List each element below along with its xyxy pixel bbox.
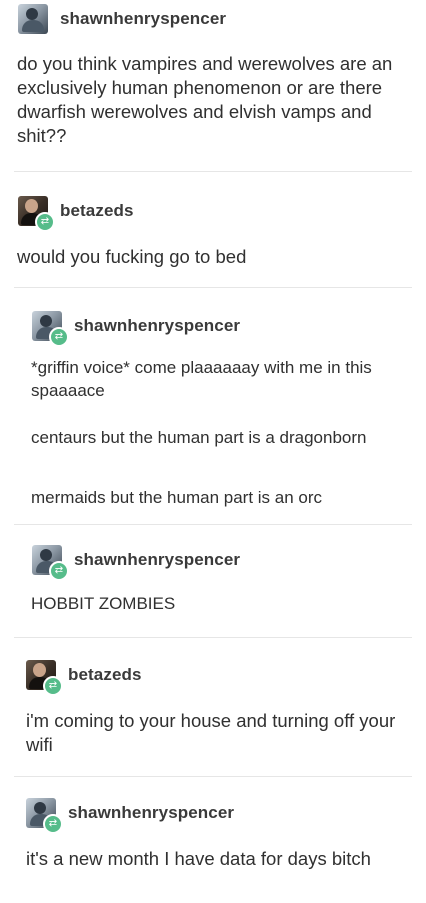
post-text: do you think vampires and werewolves are… bbox=[17, 53, 393, 146]
avatar-shawnhenryspencer[interactable] bbox=[18, 4, 48, 34]
post-1-header: shawnhenryspencer bbox=[18, 4, 226, 34]
post-text: would you fucking go to bed bbox=[17, 246, 247, 267]
post-3-body-2: centaurs but the human part is a dragonb… bbox=[31, 426, 406, 449]
post-3-body: *griffin voice* come plaaaaaay with me i… bbox=[31, 356, 406, 402]
post-divider bbox=[14, 524, 412, 525]
post-3-header: ⇄ shawnhenryspencer bbox=[32, 311, 240, 347]
username-link[interactable]: betazeds bbox=[68, 665, 142, 685]
post-4-body: HOBBIT ZOMBIES bbox=[31, 592, 406, 615]
post-text: *griffin voice* come plaaaaaay with me i… bbox=[31, 358, 372, 400]
avatar-betazeds[interactable]: ⇄ bbox=[26, 660, 63, 696]
post-6-header: ⇄ shawnhenryspencer bbox=[26, 798, 234, 834]
reblog-icon: ⇄ bbox=[49, 327, 69, 347]
post-5-body: i'm coming to your house and turning off… bbox=[26, 709, 396, 757]
username-link[interactable]: shawnhenryspencer bbox=[74, 550, 240, 570]
post-2-body: would you fucking go to bed bbox=[17, 245, 406, 269]
username-link[interactable]: shawnhenryspencer bbox=[74, 316, 240, 336]
avatar-betazeds[interactable]: ⇄ bbox=[18, 196, 55, 232]
post-divider bbox=[14, 171, 412, 172]
username-link[interactable]: betazeds bbox=[60, 201, 134, 221]
post-divider bbox=[14, 637, 412, 638]
post-text: it's a new month I have data for days bi… bbox=[26, 848, 371, 869]
post-1-body: do you think vampires and werewolves are… bbox=[17, 52, 406, 148]
username-link[interactable]: shawnhenryspencer bbox=[60, 9, 226, 29]
avatar-shawnhenryspencer[interactable]: ⇄ bbox=[26, 798, 63, 834]
reblog-icon: ⇄ bbox=[43, 814, 63, 834]
avatar-shawnhenryspencer[interactable]: ⇄ bbox=[32, 545, 69, 581]
reblog-icon: ⇄ bbox=[49, 561, 69, 581]
post-4-header: ⇄ shawnhenryspencer bbox=[32, 545, 240, 581]
post-text: i'm coming to your house and turning off… bbox=[26, 710, 396, 755]
username-link[interactable]: shawnhenryspencer bbox=[68, 803, 234, 823]
post-5-header: ⇄ betazeds bbox=[26, 660, 142, 696]
post-divider bbox=[14, 776, 412, 777]
post-text: HOBBIT ZOMBIES bbox=[31, 594, 176, 613]
reblog-icon: ⇄ bbox=[35, 212, 55, 232]
avatar-shawnhenryspencer[interactable]: ⇄ bbox=[32, 311, 69, 347]
post-3-body-3: mermaids but the human part is an orc bbox=[31, 486, 406, 509]
post-text: centaurs but the human part is a dragonb… bbox=[31, 428, 367, 447]
post-text: mermaids but the human part is an orc bbox=[31, 488, 323, 507]
post-divider bbox=[14, 287, 412, 288]
post-6-body: it's a new month I have data for days bi… bbox=[26, 847, 396, 871]
reblog-icon: ⇄ bbox=[43, 676, 63, 696]
post-2-header: ⇄ betazeds bbox=[18, 196, 134, 232]
